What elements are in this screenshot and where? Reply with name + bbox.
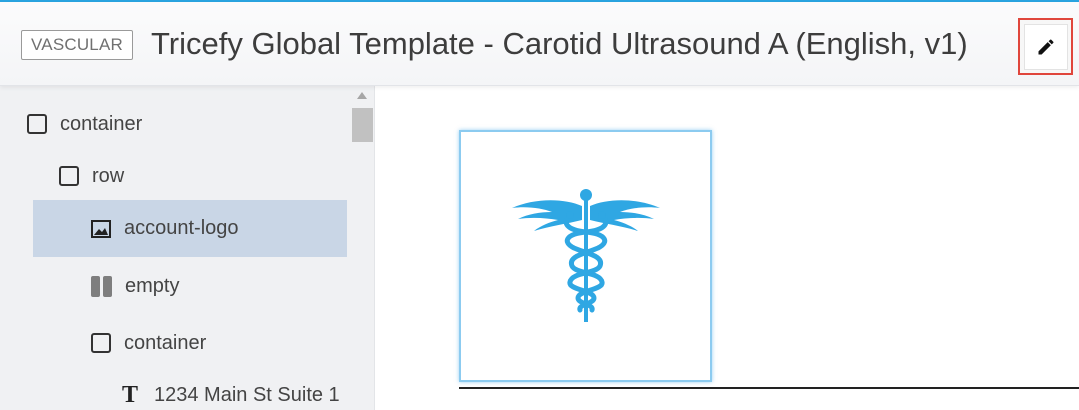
page-title: Tricefy Global Template - Carotid Ultras… — [151, 26, 968, 61]
image-icon — [91, 219, 111, 238]
page-header: VASCULAR Tricefy Global Template - Carot… — [0, 2, 1079, 86]
square-icon — [27, 114, 47, 134]
layout-tree-panel: container row account-logo empty contain… — [0, 86, 375, 410]
caduceus-logo — [511, 189, 660, 322]
square-icon — [59, 166, 79, 186]
scroll-up-arrow-icon[interactable] — [357, 92, 367, 99]
tree-item-label: empty — [125, 274, 180, 297]
tree-item-label: account-logo — [124, 217, 239, 239]
pencil-icon — [1038, 38, 1054, 54]
template-canvas — [376, 86, 1079, 410]
category-badge: VASCULAR — [21, 30, 133, 60]
tree-item-label: row — [92, 164, 125, 187]
tree-item-label: container — [124, 331, 207, 354]
tree-item-text[interactable]: T 1234 Main St Suite 1 — [122, 369, 340, 410]
square-icon — [91, 333, 111, 353]
edit-title-button[interactable] — [1018, 18, 1073, 75]
text-icon: T — [122, 381, 139, 408]
scroll-thumb[interactable] — [352, 108, 373, 142]
tree-item-row[interactable]: row — [59, 150, 124, 202]
tree-item-label: 1234 Main St Suite 1 — [154, 383, 340, 406]
edit-button-face[interactable] — [1023, 23, 1068, 70]
tree-item-empty[interactable]: empty — [91, 260, 179, 312]
tree-item-label: container — [60, 112, 143, 135]
tree-item-container[interactable]: container — [91, 317, 206, 369]
tree-item-account-logo[interactable]: account-logo — [33, 200, 347, 257]
sidebar-scrollbar[interactable] — [350, 86, 374, 410]
tree-item-container[interactable]: container — [27, 98, 142, 150]
columns-icon — [91, 275, 112, 297]
account-logo-block[interactable] — [459, 130, 712, 382]
divider-line — [459, 387, 1079, 389]
